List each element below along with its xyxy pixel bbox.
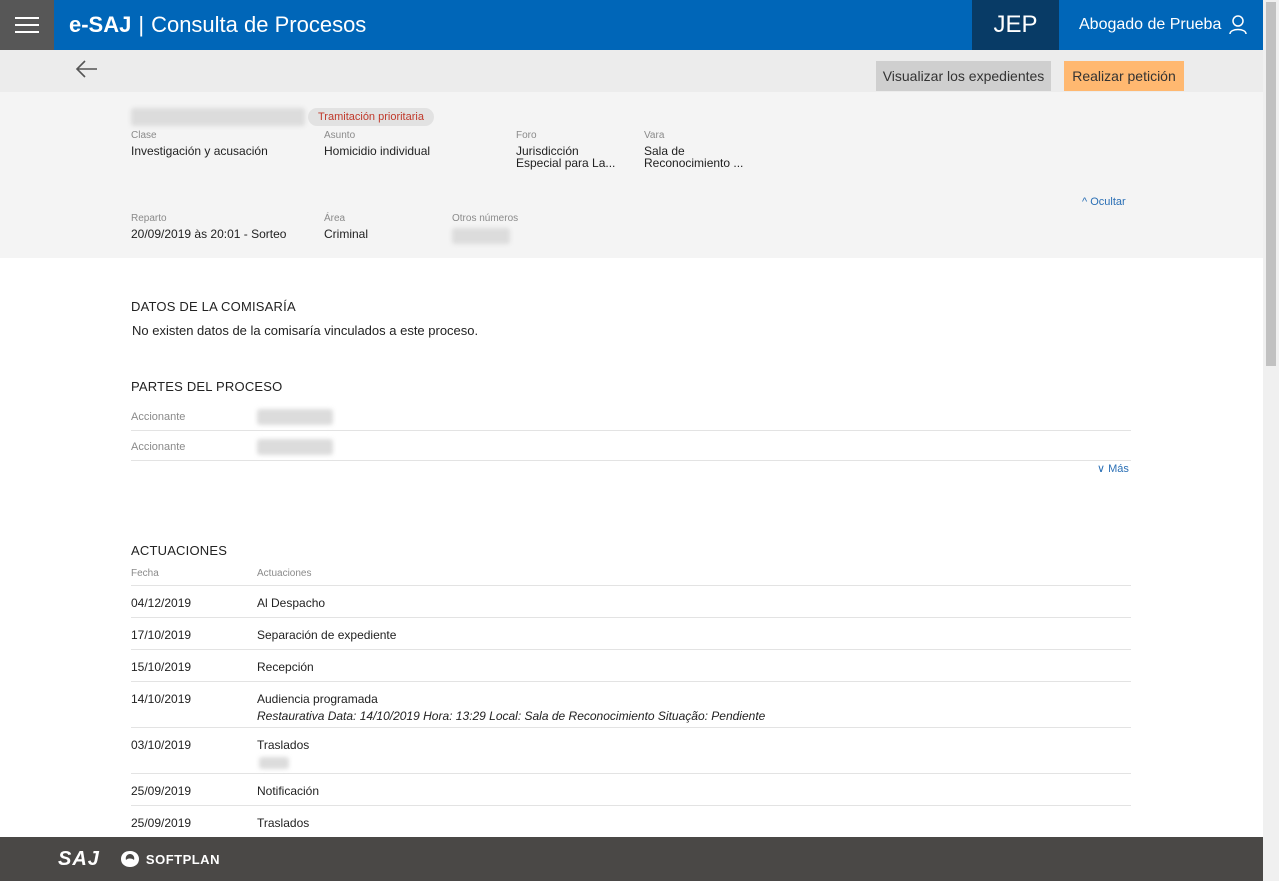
vara-value-line2: Reconocimiento ... [644, 156, 744, 170]
field-foro: Foro Jurisdicción Especial para La... [516, 130, 615, 169]
area-value: Criminal [324, 227, 369, 241]
action-bar: Visualizar los expedientes Realizar peti… [0, 50, 1263, 92]
police-empty-text: No existen datos de la comisaría vincula… [132, 323, 479, 338]
party-name-redacted [257, 409, 333, 425]
party-name-redacted [257, 439, 333, 455]
brand-separator: | [138, 12, 145, 37]
party-role: Accionante [131, 411, 186, 423]
party-row: Accionante [131, 401, 1131, 431]
page-title: Consulta de Procesos [151, 12, 367, 37]
footer: SAJ SOFTPLAN [0, 837, 1263, 881]
column-header-date: Fecha [131, 568, 159, 579]
saj-logo: SAJ [58, 847, 100, 870]
softplan-leaf-icon [120, 851, 139, 867]
user-icon [1229, 15, 1248, 35]
movement-row: 25/09/2019 Notificación [131, 774, 1131, 806]
clase-label: Clase [131, 130, 157, 141]
movement-row: 25/09/2019 Traslados [131, 806, 1131, 838]
brand-title: e-SAJ | Consulta de Procesos [54, 0, 972, 50]
movement-date: 04/12/2019 [131, 596, 192, 610]
view-files-button[interactable]: Visualizar los expedientes [876, 61, 1051, 91]
police-section-title: DATOS DE LA COMISARÍA [131, 299, 296, 314]
field-reparto: Reparto 20/09/2019 às 20:01 - Sorteo [131, 213, 286, 240]
otros-value-redacted [452, 228, 510, 244]
movement-date: 14/10/2019 [131, 692, 192, 706]
hamburger-menu-icon[interactable] [0, 0, 54, 50]
movement-row: 17/10/2019 Separación de expediente [131, 618, 1131, 650]
chevron-down-icon: ∨ [1097, 463, 1106, 475]
asunto-label: Asunto [324, 130, 356, 141]
top-header: e-SAJ | Consulta de Procesos JEP Abogado… [0, 0, 1263, 50]
movement-row: 04/12/2019 Al Despacho [131, 586, 1131, 618]
column-header-action: Actuaciones [257, 568, 312, 579]
field-vara: Vara Sala de Reconocimiento ... [644, 130, 743, 169]
brand-logo-text: e-SAJ [69, 12, 132, 37]
asunto-value: Homicidio individual [324, 144, 431, 158]
movement-date: 15/10/2019 [131, 660, 192, 674]
reparto-label: Reparto [131, 213, 167, 224]
foro-label: Foro [516, 130, 537, 141]
movement-row: 03/10/2019 Traslados [131, 728, 1131, 774]
field-area: Área Criminal [324, 213, 368, 240]
area-label: Área [324, 213, 346, 224]
foro-value-line2: Especial para La... [516, 156, 616, 170]
show-more-label: Más [1108, 463, 1129, 475]
user-name: Abogado de Prueba [1079, 16, 1222, 33]
field-asunto: Asunto Homicidio individual [324, 130, 430, 157]
movement-action: Al Despacho [257, 596, 326, 610]
hide-details-link[interactable]: ^ Ocultar [1082, 196, 1126, 208]
priority-badge: Tramitación prioritaria [308, 108, 434, 126]
movement-action: Separación de expediente [257, 628, 397, 642]
vertical-scrollbar[interactable] [1263, 0, 1279, 881]
party-row: Accionante [131, 431, 1131, 461]
softplan-logo: SOFTPLAN [120, 850, 220, 868]
movement-action: Traslados [257, 738, 310, 752]
hide-label: Ocultar [1090, 196, 1126, 208]
chevron-up-icon: ^ [1082, 196, 1088, 208]
clase-value: Investigación y acusación [131, 144, 268, 158]
process-number-redacted [131, 108, 305, 126]
movement-date: 25/09/2019 [131, 784, 192, 798]
movement-row: 15/10/2019 Recepción [131, 650, 1131, 682]
movement-action: Notificación [257, 784, 320, 798]
back-arrow-icon[interactable] [74, 56, 100, 82]
movements-section-title: ACTUACIONES [131, 543, 228, 558]
softplan-text: SOFTPLAN [145, 851, 220, 867]
movement-action: Audiencia programada [257, 692, 378, 706]
party-role: Accionante [131, 441, 186, 453]
movement-detail: Restaurativa Data: 14/10/2019 Hora: 13:2… [257, 709, 766, 723]
show-more-link[interactable]: ∨ Más [1097, 462, 1129, 475]
vara-label: Vara [644, 130, 665, 141]
movement-detail-redacted [259, 757, 289, 769]
user-menu[interactable]: Abogado de Prueba [1059, 0, 1263, 50]
movement-date: 17/10/2019 [131, 628, 192, 642]
field-clase: Clase Investigación y acusación [131, 130, 268, 157]
process-summary: Tramitación prioritaria Clase Investigac… [0, 92, 1263, 258]
movement-row: 14/10/2019 Audiencia programada Restaura… [131, 682, 1131, 728]
movement-action: Recepción [257, 660, 314, 674]
scrollbar-thumb[interactable] [1266, 2, 1276, 366]
reparto-value: 20/09/2019 às 20:01 - Sorteo [131, 227, 287, 241]
movement-date: 03/10/2019 [131, 738, 192, 752]
movement-action: Traslados [257, 816, 310, 830]
app-window: e-SAJ | Consulta de Procesos JEP Abogado… [0, 0, 1279, 881]
field-otros-numeros: Otros números [452, 213, 518, 247]
movements-table-header: Fecha Actuaciones [131, 568, 1131, 586]
movement-date: 25/09/2019 [131, 816, 192, 830]
otros-label: Otros números [452, 213, 519, 224]
parties-section-title: PARTES DEL PROCESO [131, 379, 283, 394]
make-petition-button[interactable]: Realizar petición [1064, 61, 1184, 91]
court-label: JEP [972, 0, 1059, 50]
